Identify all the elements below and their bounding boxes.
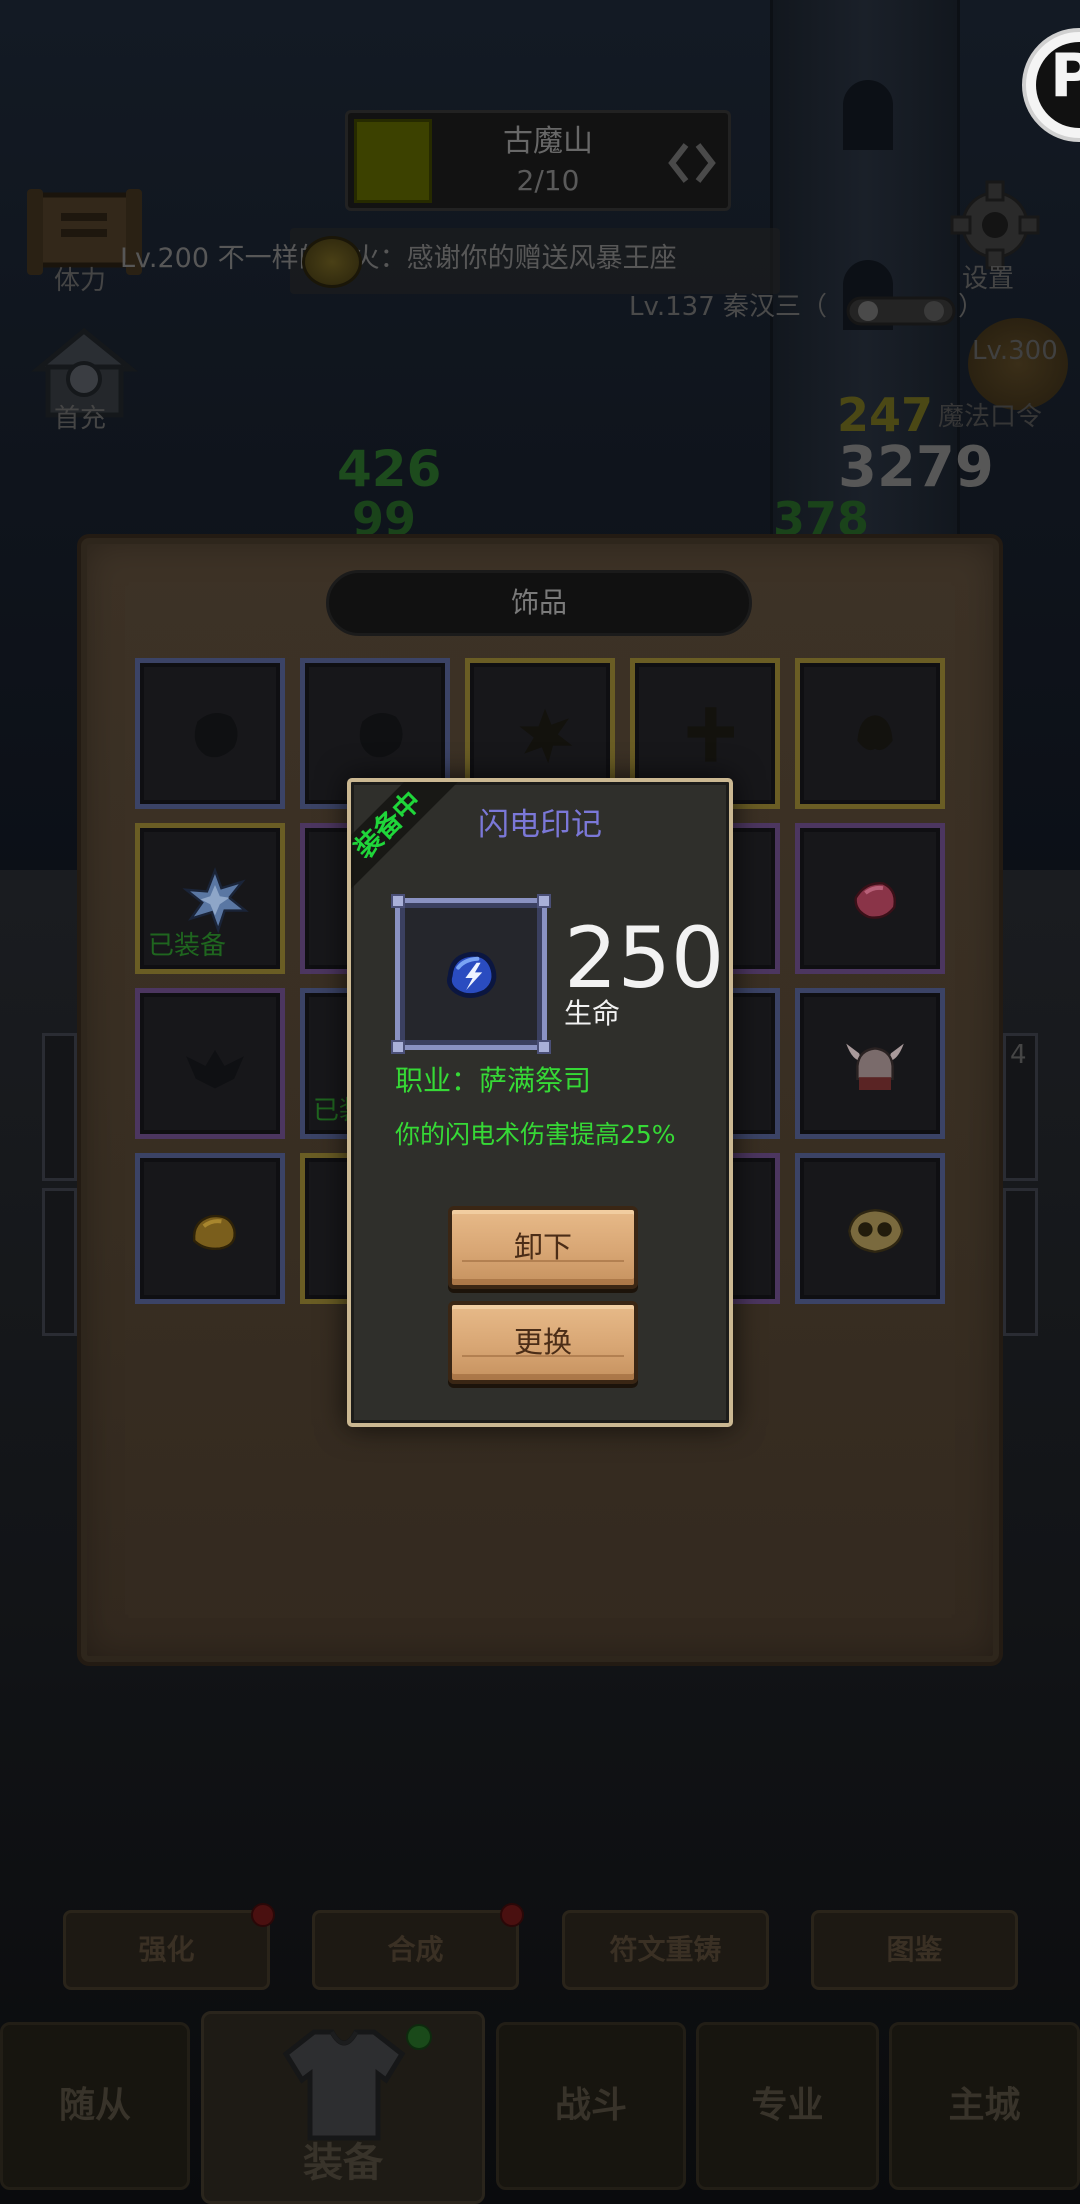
action-label: 强化 (138, 1933, 195, 1966)
nav-label: 专业 (751, 2085, 824, 2126)
item-slot[interactable]: 已装备 (135, 823, 285, 974)
vest-icon (282, 2029, 406, 2141)
enemy-name: 魔法口令 (938, 402, 1043, 432)
red-gem-icon (835, 861, 915, 941)
game-screen: 4 P 古魔山 2/10 体力 首充 Lv.200 不一样的烟火：感谢你的赠送风… (0, 0, 1080, 2204)
action-label: 图鉴 (886, 1933, 943, 1966)
gold-ore-icon (175, 1191, 255, 1271)
action-button-3[interactable]: 符文重铸 (562, 1910, 769, 1990)
nav-tab-battle[interactable]: 战斗 (496, 2022, 686, 2190)
item-slot[interactable] (135, 1153, 285, 1304)
side-slot-left (42, 1033, 77, 1181)
shadow-blob-icon (175, 696, 255, 776)
panel-title-tab: 饰品 (326, 570, 752, 636)
notification-dot (251, 1903, 275, 1927)
enemy-power: 3279 (838, 435, 994, 500)
item-stat-value: 250 (564, 909, 725, 1007)
action-button-4[interactable]: 图鉴 (811, 1910, 1018, 1990)
unequip-button[interactable]: 卸下 (448, 1206, 638, 1289)
blue-crystal-icon (175, 861, 255, 941)
logo-letter: P (1050, 41, 1080, 111)
replace-button[interactable]: 更换 (448, 1301, 638, 1384)
gold-skull-icon (835, 1191, 915, 1271)
enemy-count: 247 (837, 388, 934, 442)
replace-label: 更换 (513, 1325, 572, 1359)
item-slot[interactable] (135, 658, 285, 809)
nav-label: 战斗 (554, 2085, 627, 2126)
nav-tab-equipment[interactable]: 装备 (201, 2011, 485, 2204)
notification-dot (406, 2024, 432, 2050)
item-slot[interactable] (135, 988, 285, 1139)
nav-label: 随从 (58, 2085, 131, 2126)
item-slot[interactable] (795, 1153, 945, 1304)
settings-label[interactable]: 设置 (962, 266, 1014, 292)
broadcast-text: Lv.200 不一样的烟火：感谢你的赠送风暴王座 (120, 243, 677, 274)
shadow-blob-icon (340, 696, 420, 776)
side-count: 4 (1010, 1040, 1027, 1070)
first-recharge-label: 首充 (54, 404, 107, 434)
toggle-icon[interactable] (846, 296, 956, 326)
item-slot[interactable] (795, 658, 945, 809)
item-slot[interactable] (795, 988, 945, 1139)
item-detail-popup: 装备中 闪电印记 250 生命 职业：萨满祭司 你的闪电术伤害提高25% 卸下 … (347, 778, 733, 1427)
item-slot[interactable] (795, 823, 945, 974)
nav-tab-followers[interactable]: 随从 (0, 2022, 190, 2190)
item-stat-name: 生命 (564, 997, 621, 1030)
gear-icon[interactable] (942, 176, 1048, 274)
item-icon-frame (391, 894, 551, 1054)
stage-name: 古魔山 (503, 124, 593, 159)
nav-label: 装备 (303, 2140, 383, 2186)
stamina-label: 体力 (54, 266, 107, 296)
stage-header[interactable]: 古魔山 2/10 (345, 110, 731, 211)
battle-value-a: 426 (337, 440, 442, 498)
item-class-requirement: 职业：萨满祭司 (395, 1064, 592, 1097)
horned-helmet-icon (835, 1026, 915, 1106)
side-slot-left (42, 1188, 77, 1336)
panel-title: 饰品 (510, 586, 567, 619)
player-close-paren: ） (958, 292, 985, 322)
coin-icon (302, 236, 362, 288)
stage-flag-icon (354, 119, 432, 203)
shadow-wings-icon (175, 1026, 255, 1106)
action-button-2[interactable]: 合成 (312, 1903, 524, 1990)
notification-dot (500, 1903, 524, 1927)
action-label: 合成 (387, 1933, 444, 1966)
nav-tab-main-city[interactable]: 主城 (889, 2022, 1080, 2190)
player-name-line: Lv.137 秦汉三（ (629, 292, 828, 322)
floating-assistant-button[interactable]: P (1022, 28, 1080, 142)
unequip-label: 卸下 (513, 1230, 572, 1264)
shadow-claw-icon (505, 696, 585, 776)
action-button-1[interactable]: 强化 (63, 1903, 275, 1990)
shadow-cross-icon (670, 696, 750, 776)
stage-progress: 2/10 (516, 164, 580, 197)
lightning-gem-icon (447, 951, 497, 998)
switch-stage-icon[interactable] (666, 139, 718, 187)
nav-tab-profession[interactable]: 专业 (696, 2022, 879, 2190)
nav-label: 主城 (948, 2085, 1021, 2126)
logo-icon: P (1022, 28, 1080, 142)
side-slot-right (1003, 1188, 1038, 1336)
shadow-shell-icon (835, 696, 915, 776)
enemy-level: Lv.300 (972, 336, 1058, 366)
item-name: 闪电印记 (478, 807, 602, 843)
action-label: 符文重铸 (609, 1933, 722, 1966)
equipped-label: 已装备 (148, 931, 227, 961)
item-effect: 你的闪电术伤害提高25% (395, 1120, 676, 1149)
